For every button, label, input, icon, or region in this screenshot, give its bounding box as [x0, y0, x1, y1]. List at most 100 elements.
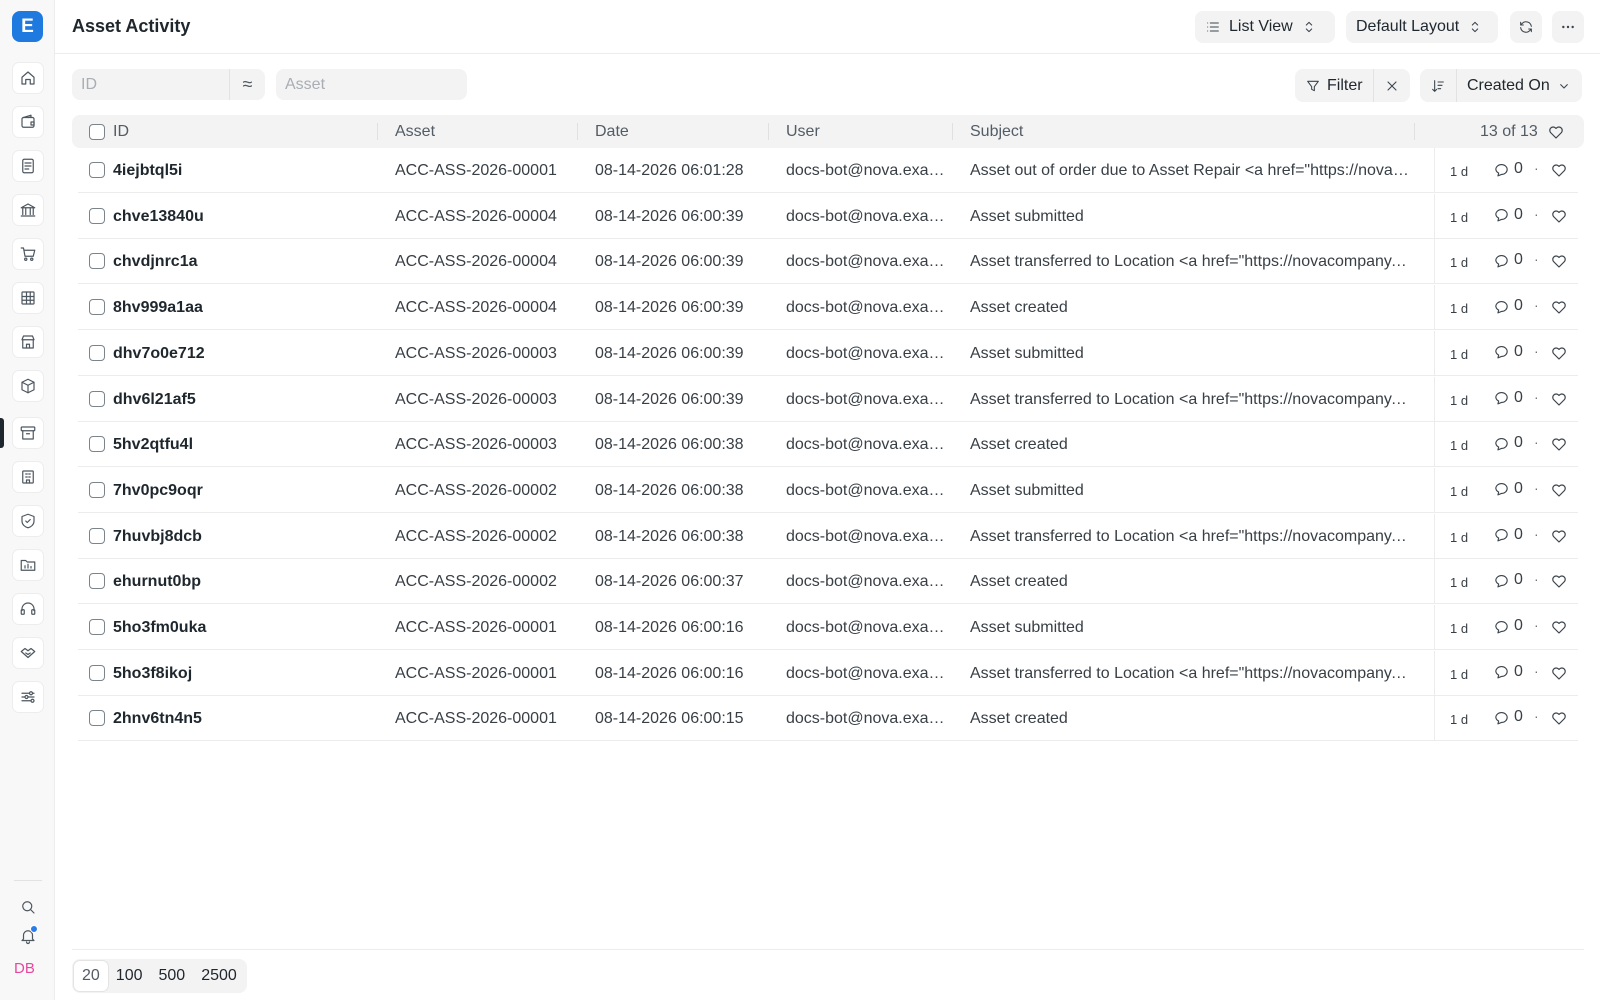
page-size-option-20[interactable]: 20 [74, 961, 108, 991]
row-comments[interactable]: 0 [1493, 297, 1523, 315]
table-row[interactable]: chve13840u ACC-ASS-2026-00004 08-14-2026… [78, 193, 1578, 239]
folder-icon[interactable] [12, 549, 44, 581]
row-checkbox[interactable] [89, 162, 105, 178]
user-avatar[interactable]: DB [14, 960, 35, 977]
wallet-icon[interactable] [12, 106, 44, 138]
clear-filter-button[interactable] [1372, 69, 1410, 102]
column-header-user[interactable]: User [786, 123, 820, 141]
row-checkbox[interactable] [89, 390, 105, 407]
sort-field-button[interactable]: Created On [1456, 69, 1582, 102]
column-header-subject[interactable]: Subject [970, 123, 1023, 141]
column-header-date[interactable]: Date [595, 123, 629, 141]
row-comments[interactable]: 0 [1493, 389, 1523, 407]
table-row[interactable]: dhv6l21af5 ACC-ASS-2026-00003 08-14-2026… [78, 376, 1578, 422]
building-icon[interactable] [12, 461, 44, 493]
table-row[interactable]: 7huvbj8dcb ACC-ASS-2026-00002 08-14-2026… [78, 513, 1578, 559]
refresh-button[interactable] [1510, 11, 1542, 43]
like-operator-button[interactable]: ≈ [229, 69, 265, 100]
row-checkbox[interactable] [89, 527, 105, 544]
row-id[interactable]: 2hnv6tn4n5 [113, 710, 363, 728]
row-id[interactable]: 7hv0pc9oqr [113, 482, 363, 500]
table-row[interactable]: 4iejbtql5i ACC-ASS-2026-00001 08-14-2026… [78, 148, 1578, 193]
row-checkbox[interactable] [89, 481, 105, 498]
row-checkbox[interactable] [89, 664, 105, 681]
cart-icon[interactable] [12, 238, 44, 270]
row-id[interactable]: dhv7o0e712 [113, 345, 363, 363]
table-row[interactable]: 5ho3fm0uka ACC-ASS-2026-00001 08-14-2026… [78, 605, 1578, 650]
row-id[interactable]: chvdjnrc1a [113, 253, 363, 271]
row-comments[interactable]: 0 [1493, 663, 1523, 681]
row-id[interactable]: 5hv2qtfu4l [113, 436, 363, 454]
row-id[interactable]: 8hv999a1aa [113, 299, 363, 317]
heart-icon[interactable] [1550, 344, 1568, 367]
row-comments[interactable]: 0 [1493, 251, 1523, 269]
heart-icon[interactable] [1550, 664, 1568, 687]
row-checkbox[interactable] [89, 710, 105, 727]
table-row[interactable]: ehurnut0bp ACC-ASS-2026-00002 08-14-2026… [78, 559, 1578, 605]
heart-icon[interactable] [1550, 481, 1568, 504]
id-filter-input[interactable] [72, 69, 229, 100]
page-size-option-100[interactable]: 100 [108, 961, 151, 991]
row-checkbox[interactable] [89, 253, 105, 270]
row-id[interactable]: 5ho3f8ikoj [113, 665, 363, 683]
row-checkbox[interactable] [89, 344, 105, 361]
search-icon[interactable] [16, 895, 40, 919]
heart-icon[interactable] [1547, 123, 1565, 146]
heart-icon[interactable] [1550, 709, 1568, 732]
row-id[interactable]: 7huvbj8dcb [113, 528, 363, 546]
row-comments[interactable]: 0 [1493, 206, 1523, 224]
row-comments[interactable]: 0 [1493, 571, 1523, 589]
row-id[interactable]: dhv6l21af5 [113, 391, 363, 409]
table-row[interactable]: 8hv999a1aa ACC-ASS-2026-00004 08-14-2026… [78, 285, 1578, 331]
asset-filter-input[interactable] [276, 69, 467, 100]
column-header-id[interactable]: ID [113, 123, 129, 141]
heart-icon[interactable] [1550, 572, 1568, 595]
archive-icon[interactable] [12, 417, 44, 449]
row-checkbox[interactable] [89, 436, 105, 453]
sliders-icon[interactable] [12, 681, 44, 713]
row-comments[interactable]: 0 [1493, 708, 1523, 726]
row-id[interactable]: chve13840u [113, 208, 363, 226]
row-id[interactable]: ehurnut0bp [113, 573, 363, 591]
select-all-checkbox[interactable] [89, 124, 105, 140]
table-icon[interactable] [12, 282, 44, 314]
sort-direction-button[interactable] [1420, 69, 1456, 102]
bell-icon[interactable] [16, 924, 40, 948]
heart-icon[interactable] [1550, 252, 1568, 275]
heart-icon[interactable] [1550, 527, 1568, 550]
row-comments[interactable]: 0 [1493, 343, 1523, 361]
row-comments[interactable]: 0 [1493, 160, 1523, 178]
home-icon[interactable] [12, 62, 44, 94]
headset-icon[interactable] [12, 593, 44, 625]
row-checkbox[interactable] [89, 573, 105, 590]
row-comments[interactable]: 0 [1493, 526, 1523, 544]
more-options-button[interactable] [1552, 11, 1584, 43]
row-id[interactable]: 5ho3fm0uka [113, 619, 363, 637]
shield-icon[interactable] [12, 505, 44, 537]
layout-switcher-button[interactable]: Default Layout [1346, 11, 1498, 43]
heart-icon[interactable] [1550, 161, 1568, 184]
page-size-option-2500[interactable]: 2500 [193, 961, 245, 991]
table-row[interactable]: dhv7o0e712 ACC-ASS-2026-00003 08-14-2026… [78, 330, 1578, 376]
row-checkbox[interactable] [89, 299, 105, 316]
row-checkbox[interactable] [89, 207, 105, 224]
heart-icon[interactable] [1550, 298, 1568, 321]
table-row[interactable]: 5ho3f8ikoj ACC-ASS-2026-00001 08-14-2026… [78, 650, 1578, 696]
package-icon[interactable] [12, 370, 44, 402]
row-id[interactable]: 4iejbtql5i [113, 162, 363, 180]
table-row[interactable]: 5hv2qtfu4l ACC-ASS-2026-00003 08-14-2026… [78, 422, 1578, 468]
row-comments[interactable]: 0 [1493, 617, 1523, 635]
app-logo[interactable]: E [12, 11, 43, 42]
handshake-icon[interactable] [12, 637, 44, 669]
document-icon[interactable] [12, 150, 44, 182]
table-row[interactable]: 7hv0pc9oqr ACC-ASS-2026-00002 08-14-2026… [78, 467, 1578, 513]
heart-icon[interactable] [1550, 435, 1568, 458]
row-comments[interactable]: 0 [1493, 480, 1523, 498]
filter-button[interactable]: Filter [1295, 69, 1373, 102]
table-row[interactable]: chvdjnrc1a ACC-ASS-2026-00004 08-14-2026… [78, 239, 1578, 285]
heart-icon[interactable] [1550, 207, 1568, 230]
heart-icon[interactable] [1550, 390, 1568, 413]
table-row[interactable]: 2hnv6tn4n5 ACC-ASS-2026-00001 08-14-2026… [78, 696, 1578, 742]
row-checkbox[interactable] [89, 619, 105, 635]
bank-icon[interactable] [12, 194, 44, 226]
